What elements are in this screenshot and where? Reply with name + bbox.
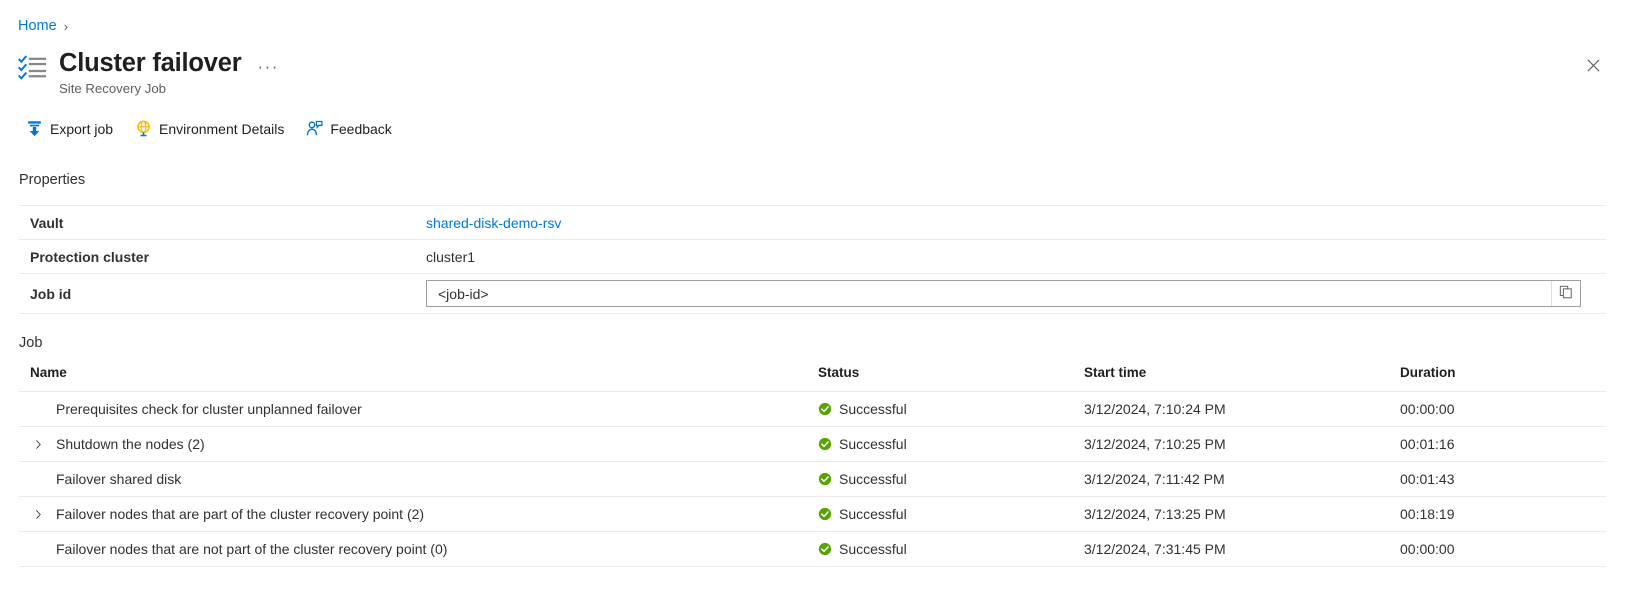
breadcrumb-separator-icon: ›	[64, 20, 68, 33]
job-steps-table: Name Status Start time Duration Prerequi…	[19, 365, 1606, 567]
job-heading: Job	[19, 335, 42, 351]
job-step-name-cell: Failover nodes that are part of the clus…	[19, 497, 818, 532]
globe-icon	[135, 120, 152, 137]
breadcrumb-home-link[interactable]: Home	[18, 19, 57, 34]
table-row[interactable]: Failover nodes that are part of the clus…	[19, 497, 1606, 532]
close-button[interactable]	[1577, 52, 1609, 84]
job-step-name: Failover nodes that are not part of the …	[46, 541, 447, 557]
copy-to-clipboard-icon	[1559, 285, 1573, 302]
chevron-right-icon[interactable]	[30, 439, 46, 450]
column-header-duration[interactable]: Duration	[1400, 365, 1606, 392]
copy-to-clipboard-button[interactable]	[1551, 281, 1580, 306]
job-step-status-cell: Successful	[818, 462, 1084, 497]
export-download-icon	[26, 120, 43, 137]
job-step-start-time: 3/12/2024, 7:10:24 PM	[1084, 392, 1400, 427]
job-step-name: Failover nodes that are part of the clus…	[46, 506, 424, 522]
column-header-name[interactable]: Name	[19, 365, 818, 392]
page-title: Cluster failover	[59, 49, 241, 78]
status-badge: Successful	[839, 436, 907, 452]
close-icon	[1586, 58, 1601, 78]
success-check-icon	[818, 437, 832, 451]
property-value-vault: shared-disk-demo-rsv	[426, 206, 1606, 240]
property-label-protection-cluster: Protection cluster	[19, 240, 426, 274]
table-row[interactable]: Prerequisites check for cluster unplanne…	[19, 392, 1606, 427]
status-badge: Successful	[839, 506, 907, 522]
table-row[interactable]: Failover nodes that are not part of the …	[19, 532, 1606, 567]
table-row[interactable]: Failover shared disk Successful 3/12/2024,…	[19, 462, 1606, 497]
table-row: Job id	[19, 274, 1606, 314]
status-badge: Successful	[839, 541, 907, 557]
status-badge: Successful	[839, 471, 907, 487]
vault-link[interactable]: shared-disk-demo-rsv	[426, 215, 561, 231]
table-row: Protection cluster cluster1	[19, 240, 1606, 274]
job-step-start-time: 3/12/2024, 7:11:42 PM	[1084, 462, 1400, 497]
environment-details-label: Environment Details	[159, 122, 284, 136]
job-step-status-cell: Successful	[818, 532, 1084, 567]
property-label-job-id: Job id	[19, 274, 426, 314]
job-step-duration: 00:01:16	[1400, 427, 1606, 462]
page-header: Cluster failover ··· Site Recovery Job	[18, 49, 281, 96]
properties-table: Vault shared-disk-demo-rsv Protection cl…	[19, 205, 1606, 314]
job-step-name: Prerequisites check for cluster unplanne…	[46, 401, 362, 417]
column-header-status[interactable]: Status	[818, 365, 1084, 392]
job-step-start-time: 3/12/2024, 7:31:45 PM	[1084, 532, 1400, 567]
job-step-duration: 00:00:00	[1400, 392, 1606, 427]
job-step-start-time: 3/12/2024, 7:13:25 PM	[1084, 497, 1400, 532]
page-subtitle: Site Recovery Job	[59, 81, 281, 96]
job-step-name-cell: Prerequisites check for cluster unplanne…	[19, 392, 818, 427]
chevron-right-icon[interactable]	[30, 509, 46, 520]
job-id-field[interactable]	[426, 280, 1581, 307]
export-job-button[interactable]: Export job	[20, 116, 121, 141]
job-step-status-cell: Successful	[818, 392, 1084, 427]
job-step-duration: 00:01:43	[1400, 462, 1606, 497]
table-row: Vault shared-disk-demo-rsv	[19, 206, 1606, 240]
job-step-status-cell: Successful	[818, 497, 1084, 532]
breadcrumb: Home ›	[18, 19, 68, 34]
success-check-icon	[818, 542, 832, 556]
job-step-duration: 00:00:00	[1400, 532, 1606, 567]
properties-heading: Properties	[19, 172, 85, 188]
feedback-button[interactable]: Feedback	[300, 116, 399, 141]
job-step-name: Shutdown the nodes (2)	[46, 436, 205, 452]
command-bar: Export job Environment Details Feedback	[20, 116, 400, 141]
property-value-protection-cluster: cluster1	[426, 240, 1606, 274]
export-job-label: Export job	[50, 122, 113, 136]
job-step-name-cell: Failover shared disk	[19, 462, 818, 497]
property-value-job-id	[426, 274, 1606, 314]
status-badge: Successful	[839, 401, 907, 417]
property-label-vault: Vault	[19, 206, 426, 240]
job-step-name-cell: Failover nodes that are not part of the …	[19, 532, 818, 567]
feedback-label: Feedback	[330, 122, 391, 136]
job-step-duration: 00:18:19	[1400, 497, 1606, 532]
success-check-icon	[818, 472, 832, 486]
job-step-start-time: 3/12/2024, 7:10:25 PM	[1084, 427, 1400, 462]
job-step-name: Failover shared disk	[46, 471, 181, 487]
table-header-row: Name Status Start time Duration	[19, 365, 1606, 392]
more-options-button[interactable]: ···	[255, 58, 280, 75]
checklist-icon	[18, 53, 48, 83]
success-check-icon	[818, 402, 832, 416]
job-id-input[interactable]	[427, 281, 1551, 306]
environment-details-button[interactable]: Environment Details	[129, 116, 292, 141]
job-step-status-cell: Successful	[818, 427, 1084, 462]
success-check-icon	[818, 507, 832, 521]
table-row[interactable]: Shutdown the nodes (2) Successful 3/12/202…	[19, 427, 1606, 462]
column-header-start-time[interactable]: Start time	[1084, 365, 1400, 392]
job-step-name-cell: Shutdown the nodes (2)	[19, 427, 818, 462]
feedback-person-icon	[306, 120, 323, 137]
